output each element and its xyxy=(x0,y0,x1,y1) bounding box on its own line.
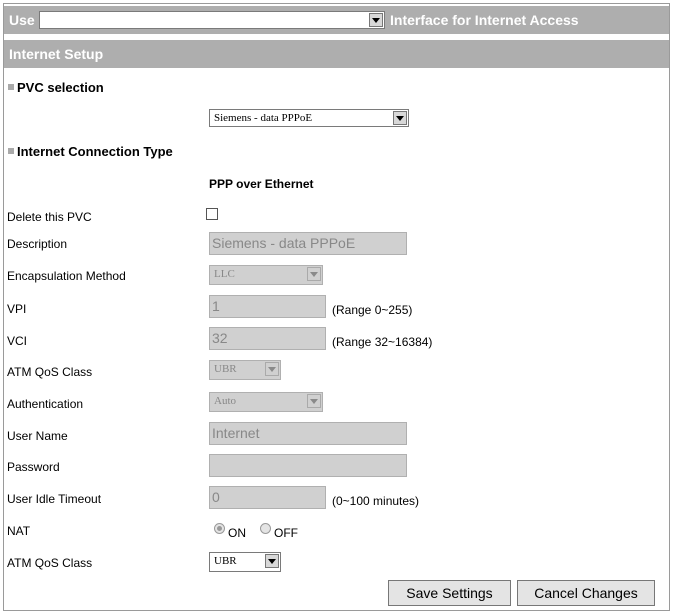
delete-pvc-checkbox[interactable] xyxy=(206,208,218,220)
password-input[interactable] xyxy=(209,454,407,477)
bullet-icon xyxy=(8,148,14,154)
chevron-down-icon xyxy=(307,267,321,281)
use-label: Use xyxy=(9,12,35,28)
chevron-down-icon xyxy=(369,13,383,27)
vpi-input[interactable]: 1 xyxy=(209,295,326,318)
encapsulation-label: Encapsulation Method xyxy=(7,269,126,283)
idle-timeout-input[interactable]: 0 xyxy=(209,486,326,509)
description-input[interactable]: Siemens - data PPPoE xyxy=(209,232,407,255)
vci-label: VCI xyxy=(7,334,28,348)
bullet-icon xyxy=(8,84,14,90)
atm-qos-value-2: UBR xyxy=(214,555,237,567)
internet-setup-header: Internet Setup xyxy=(4,40,669,68)
atm-qos-label-2: ATM QoS Class xyxy=(7,556,93,570)
vci-range-hint: (Range 32~16384) xyxy=(332,335,433,349)
settings-frame: Use Siemens - data PPPoE Interface for I… xyxy=(3,3,670,611)
cancel-changes-button[interactable]: Cancel Changes xyxy=(517,580,655,606)
interface-caption: Interface for Internet Access xyxy=(390,12,579,28)
authentication-label: Authentication xyxy=(7,397,84,411)
vpi-label: VPI xyxy=(7,302,27,316)
vpi-range-hint: (Range 0~255) xyxy=(332,303,413,317)
interface-select-value: Siemens - data PPPoE xyxy=(44,14,149,26)
chevron-down-icon xyxy=(393,111,407,125)
username-input[interactable]: Internet xyxy=(209,422,407,445)
atm-qos-label: ATM QoS Class xyxy=(7,365,93,379)
authentication-value: Auto xyxy=(214,395,236,407)
interface-select[interactable]: Siemens - data PPPoE xyxy=(39,11,385,29)
interface-bar: Use Siemens - data PPPoE Interface for I… xyxy=(4,6,669,34)
connection-type-heading: Internet Connection Type xyxy=(8,144,173,159)
password-label: Password xyxy=(7,460,60,474)
nat-off-radio[interactable] xyxy=(260,523,271,534)
nat-on-label: ON xyxy=(228,526,246,540)
description-label: Description xyxy=(7,237,68,251)
pvc-select[interactable]: Siemens - data PPPoE xyxy=(209,109,409,127)
connection-type-title: PPP over Ethernet xyxy=(209,177,314,191)
atm-qos-value: UBR xyxy=(214,363,237,375)
internet-setup-title: Internet Setup xyxy=(9,46,104,62)
encapsulation-value: LLC xyxy=(214,268,235,280)
pvc-select-value: Siemens - data PPPoE xyxy=(214,112,313,124)
idle-timeout-label: User Idle Timeout xyxy=(7,492,102,506)
chevron-down-icon xyxy=(265,554,279,568)
chevron-down-icon xyxy=(307,394,321,408)
idle-timeout-hint: (0~100 minutes) xyxy=(332,494,420,508)
username-label: User Name xyxy=(7,429,68,443)
atm-qos-select[interactable]: UBR xyxy=(209,360,281,380)
nat-label: NAT xyxy=(7,524,31,538)
vci-input[interactable]: 32 xyxy=(209,327,326,350)
save-settings-button[interactable]: Save Settings xyxy=(388,580,511,606)
encapsulation-select[interactable]: LLC xyxy=(209,265,323,285)
pvc-selection-heading: PVC selection xyxy=(8,80,104,95)
atm-qos-select-2[interactable]: UBR xyxy=(209,552,281,572)
nat-on-radio[interactable] xyxy=(214,523,225,534)
nat-off-label: OFF xyxy=(274,526,298,540)
chevron-down-icon xyxy=(265,362,279,376)
delete-pvc-label: Delete this PVC xyxy=(7,210,92,224)
authentication-select[interactable]: Auto xyxy=(209,392,323,412)
